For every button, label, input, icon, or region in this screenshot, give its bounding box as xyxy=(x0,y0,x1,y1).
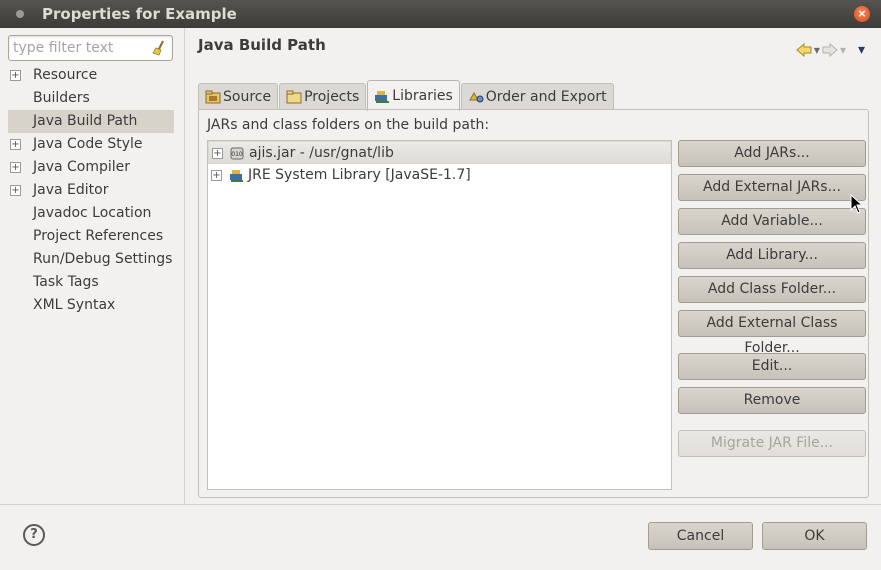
content-pane: Java Build Path ▾ ▾ ▾ Source Projects Li… xyxy=(186,28,881,504)
tab-libraries[interactable]: Libraries xyxy=(367,80,460,111)
projects-icon xyxy=(286,90,302,104)
tree-item-label: XML Syntax xyxy=(33,297,116,313)
order-export-icon xyxy=(468,91,484,103)
left-pane: + Resource Builders Java Build Path + Ja… xyxy=(0,28,185,504)
tab-projects[interactable]: Projects xyxy=(279,83,367,110)
tree-item-project-references[interactable]: Project References xyxy=(0,225,185,248)
add-variable-button[interactable]: Add Variable... xyxy=(678,208,866,235)
window-menu-icon[interactable] xyxy=(16,10,24,18)
tree-item-java-compiler[interactable]: + Java Compiler xyxy=(0,156,185,179)
tree-item-java-build-path[interactable]: Java Build Path xyxy=(8,110,174,133)
help-icon[interactable]: ? xyxy=(23,524,45,546)
tab-bar: Source Projects Libraries Order and Expo… xyxy=(198,80,615,111)
add-class-folder-button[interactable]: Add Class Folder... xyxy=(678,276,866,303)
tree-item-run-debug-settings[interactable]: Run/Debug Settings xyxy=(0,248,185,271)
tree-item-label: Javadoc Location xyxy=(33,205,152,221)
list-item[interactable]: + 010 ajis.jar - /usr/gnat/lib xyxy=(208,141,671,164)
tab-label: Source xyxy=(223,89,272,105)
tree-item-label: Java Code Style xyxy=(33,136,143,152)
remove-button[interactable]: Remove xyxy=(678,387,866,414)
tree-item-builders[interactable]: Builders xyxy=(0,87,185,110)
cancel-button[interactable]: Cancel xyxy=(648,522,753,550)
close-icon[interactable]: × xyxy=(854,6,870,22)
filter-box[interactable] xyxy=(8,35,173,61)
tree-item-label: Builders xyxy=(33,90,90,106)
tab-source[interactable]: Source xyxy=(198,83,279,110)
tree-item-label: Project References xyxy=(33,228,164,244)
tree-item-resource[interactable]: + Resource xyxy=(0,64,185,87)
title-bar: Properties for Example × xyxy=(0,0,881,28)
build-path-list[interactable]: + 010 ajis.jar - /usr/gnat/lib + JRE Sys… xyxy=(207,140,672,490)
list-item-label: JRE System Library [JavaSE-1.7] xyxy=(248,167,471,183)
add-library-button[interactable]: Add Library... xyxy=(678,242,866,269)
edit-button[interactable]: Edit... xyxy=(678,353,866,380)
libraries-icon xyxy=(375,91,390,103)
back-arrow-icon[interactable] xyxy=(796,43,812,57)
tree-item-label: Java Build Path xyxy=(33,113,138,129)
tree-item-xml-syntax[interactable]: XML Syntax xyxy=(0,294,185,317)
history-nav: ▾ ▾ ▾ xyxy=(796,42,865,58)
expand-icon[interactable]: + xyxy=(211,170,222,181)
add-external-jars-button[interactable]: Add External JARs... xyxy=(678,174,866,201)
property-tree: + Resource Builders Java Build Path + Ja… xyxy=(0,64,185,317)
library-icon xyxy=(230,170,243,182)
mouse-cursor-icon xyxy=(850,194,864,214)
tree-item-task-tags[interactable]: Task Tags xyxy=(0,271,185,294)
add-jars-button[interactable]: Add JARs... xyxy=(678,140,866,167)
filter-input[interactable] xyxy=(9,36,147,60)
expand-icon[interactable]: + xyxy=(212,148,223,159)
jar-icon: 010 xyxy=(230,147,244,160)
add-external-class-folder-button[interactable]: Add External Class Folder... xyxy=(678,310,866,356)
expand-icon[interactable]: + xyxy=(10,70,21,81)
tree-item-java-code-style[interactable]: + Java Code Style xyxy=(0,133,185,156)
list-item-label: ajis.jar - /usr/gnat/lib xyxy=(249,145,394,161)
tree-item-label: Task Tags xyxy=(33,274,99,290)
tab-order-and-export[interactable]: Order and Export xyxy=(460,83,614,110)
page-title: Java Build Path xyxy=(198,36,326,54)
expand-icon[interactable]: + xyxy=(10,139,21,150)
tab-label: Projects xyxy=(304,89,360,105)
migrate-jar-button: Migrate JAR File... xyxy=(678,430,866,457)
back-dropdown-icon[interactable]: ▾ xyxy=(814,43,820,57)
ok-button[interactable]: OK xyxy=(762,522,867,550)
dialog-footer: ? Cancel OK xyxy=(0,504,881,570)
tree-item-label: Resource xyxy=(33,67,98,83)
list-item[interactable]: + JRE System Library [JavaSE-1.7] xyxy=(208,164,671,187)
tree-item-label: Run/Debug Settings xyxy=(33,251,173,267)
clear-filter-icon[interactable] xyxy=(151,40,167,56)
window-title: Properties for Example xyxy=(42,5,237,23)
libraries-tab-panel: JARs and class folders on the build path… xyxy=(198,109,869,498)
expand-icon[interactable]: + xyxy=(10,185,21,196)
tree-item-label: Java Compiler xyxy=(33,159,131,175)
svg-text:010: 010 xyxy=(231,151,243,158)
tree-item-javadoc-location[interactable]: Javadoc Location xyxy=(0,202,185,225)
section-label: JARs and class folders on the build path… xyxy=(207,117,490,133)
expand-icon[interactable]: + xyxy=(10,162,21,173)
source-folder-icon xyxy=(205,90,221,104)
forward-arrow-icon xyxy=(822,43,838,57)
tab-label: Order and Export xyxy=(485,89,607,105)
forward-dropdown-icon: ▾ xyxy=(839,43,846,57)
tree-item-label: Java Editor xyxy=(33,182,109,198)
tree-item-java-editor[interactable]: + Java Editor xyxy=(0,179,185,202)
view-menu-icon[interactable]: ▾ xyxy=(858,42,865,58)
tab-label: Libraries xyxy=(392,88,453,104)
